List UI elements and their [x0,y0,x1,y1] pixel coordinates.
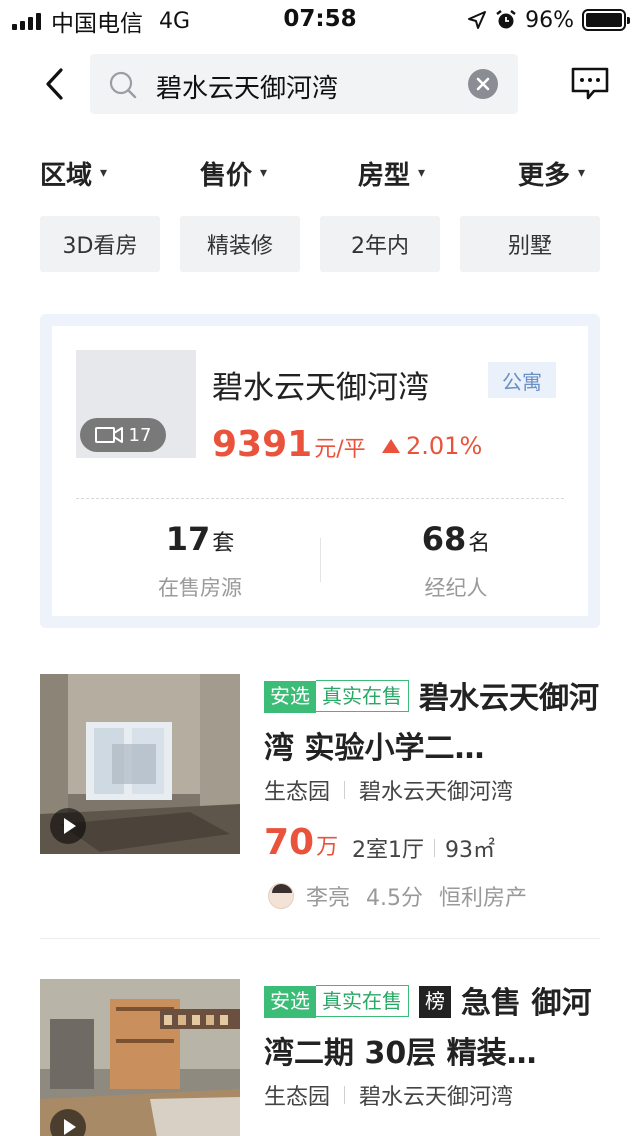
estate-photo[interactable]: 17 [76,350,196,458]
status-bar: 中国电信 4G 07:58 96% [0,0,640,40]
listing-layout: 2室1厅 [352,838,424,863]
divider [320,538,321,582]
listing-meta: 2室1厅 93㎡ [352,832,495,864]
estate-change-value: 2.01% [406,432,483,460]
listing-price-value: 70 [264,822,315,863]
listing-photo[interactable] [40,979,240,1136]
stat-value: 17 [165,520,211,558]
alarm-icon [496,10,516,29]
status-right: 96% [467,6,630,34]
badge-real-listing: 真实在售 [316,680,409,712]
stat-suffix: 套 [212,531,235,556]
estate-price-value: 9391 [212,424,313,465]
search-input[interactable]: 碧水云天御河湾 [90,54,518,114]
estate-name: 碧水云天御河湾 [212,370,429,406]
listing-price-unit: 万 [316,835,339,860]
search-value: 碧水云天御河湾 [156,74,339,104]
stat-label: 在售房源 [158,576,242,600]
divider [40,938,600,939]
badge-anxuan: 安选 [264,681,316,713]
chip-villa[interactable]: 别墅 [460,216,600,272]
listing-district: 生态园 [264,780,331,805]
battery-icon [582,9,630,31]
estate-price: 9391 元/平 [212,424,366,465]
location-icon [468,11,487,29]
divider [76,498,564,499]
battery-percent: 96% [525,7,574,33]
stat-on-sale[interactable]: 17套 在售房源 [100,520,300,602]
listing-title: 安选 真实在售 碧水云天御河湾 实验小学二… [264,674,600,774]
clear-icon [476,77,490,91]
badge-anxuan: 安选 [264,986,316,1018]
video-count: 17 [128,424,152,446]
listing-district: 生态园 [264,1085,331,1110]
chip-3d-viewing[interactable]: 3D看房 [40,216,160,272]
chip-fine-decoration[interactable]: 精装修 [180,216,300,272]
message-button[interactable] [570,66,610,102]
filter-label: 更多 [518,160,571,191]
chevron-down-icon: ▾ [100,165,108,181]
arrow-up-icon [382,439,400,453]
message-icon [571,67,609,100]
filter-label: 区域 [40,160,93,191]
avatar [268,883,294,909]
estate-type-tag: 公寓 [488,362,556,398]
badge-real-listing: 真实在售 [316,985,409,1017]
chevron-down-icon: ▾ [578,165,586,181]
clear-button[interactable] [468,69,498,99]
chip-within-2-years[interactable]: 2年内 [320,216,440,272]
listing-location: 生态园 碧水云天御河湾 [264,1079,513,1111]
filter-layout[interactable]: 房型 ▾ [358,156,426,191]
filter-price[interactable]: 售价 ▾ [200,156,268,191]
back-button[interactable] [36,64,72,104]
agent-score: 4.5分 [366,886,424,911]
stat-suffix: 名 [468,531,491,556]
listing-photo[interactable] [40,674,240,854]
filter-more[interactable]: 更多 ▾ [518,156,586,191]
play-icon[interactable] [50,808,86,844]
estate-card[interactable]: 17 碧水云天御河湾 公寓 9391 元/平 2.01% 17套 在售房源 68… [40,314,600,628]
listing-price: 70 万 [264,822,338,863]
video-icon [94,427,123,443]
listing-item[interactable]: 安选 真实在售榜急售 御河湾二期 30层 精装… 生态园 碧水云天御河湾 [40,979,600,1136]
agent-name: 李亮 [306,886,351,911]
listing-item[interactable]: 安选 真实在售 碧水云天御河湾 实验小学二… 生态园 碧水云天御河湾 70 万 2室… [40,674,600,914]
agency-name: 恒利房产 [439,886,528,911]
listing-area: 93㎡ [445,838,495,863]
chevron-down-icon: ▾ [260,165,268,181]
listing-location: 生态园 碧水云天御河湾 [264,774,513,806]
filter-label: 房型 [358,160,411,191]
stat-agents[interactable]: 68名 经纪人 [356,520,556,602]
stat-label: 经纪人 [424,576,488,600]
chevron-down-icon: ▾ [418,165,426,181]
filter-label: 售价 [200,160,253,191]
video-count-badge: 17 [80,418,166,452]
listing-community: 碧水云天御河湾 [359,780,514,805]
estate-card-body: 17 碧水云天御河湾 公寓 9391 元/平 2.01% 17套 在售房源 68… [52,326,588,616]
estate-price-change: 2.01% [382,432,482,460]
listing-community: 碧水云天御河湾 [359,1085,514,1110]
badge-ranking: 榜 [419,986,451,1018]
search-icon [109,71,137,99]
stat-value: 68 [421,520,467,558]
filter-area[interactable]: 区域 ▾ [40,156,108,191]
listing-agent[interactable]: 李亮 4.5分 恒利房产 [268,880,527,912]
listing-title: 安选 真实在售榜急售 御河湾二期 30层 精装… [264,979,600,1079]
estate-price-unit: 元/平 [314,437,366,462]
back-icon [46,68,63,100]
